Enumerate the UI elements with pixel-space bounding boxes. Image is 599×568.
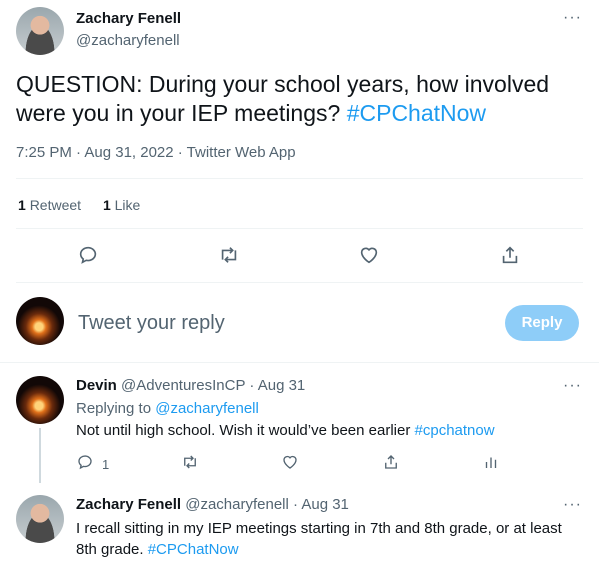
- reply-icon: [76, 453, 94, 476]
- main-tweet-author-handle[interactable]: @zacharyfenell: [76, 32, 180, 49]
- reply-author-name[interactable]: Zachary Fenell: [76, 496, 181, 513]
- share-icon[interactable]: [499, 244, 521, 271]
- replying-to-handle[interactable]: @zacharyfenell: [155, 400, 259, 417]
- reply-date[interactable]: Aug 31: [258, 377, 306, 394]
- replying-to: Replying to @zacharyfenell: [76, 400, 259, 417]
- divider: [0, 362, 599, 363]
- reply-action[interactable]: 1: [76, 453, 109, 476]
- reply-header: Devin @AdventuresInCP · Aug 31: [76, 377, 305, 394]
- reply-avatar[interactable]: [16, 495, 64, 543]
- like-label: Like: [114, 197, 141, 213]
- reply-avatar[interactable]: [16, 376, 64, 424]
- reply-date[interactable]: Aug 31: [301, 496, 349, 513]
- reply-body-line: 8th grade. #CPChatNow: [76, 539, 586, 560]
- main-tweet-avatar[interactable]: [16, 7, 64, 55]
- reply-input[interactable]: Tweet your reply: [78, 312, 225, 335]
- reply-icon[interactable]: [77, 244, 99, 271]
- like-icon[interactable]: [358, 244, 380, 271]
- retweet-icon[interactable]: [217, 244, 241, 271]
- divider: [16, 228, 583, 229]
- reply-author-handle[interactable]: @AdventuresInCP: [121, 377, 245, 394]
- separator-dot: ·: [293, 496, 298, 513]
- reply-body: Not until high school. Wish it would’ve …: [76, 422, 415, 439]
- main-tweet-author-name[interactable]: Zachary Fenell: [76, 10, 181, 27]
- divider: [16, 178, 583, 179]
- retweet-stat[interactable]: 1 Retweet: [18, 197, 85, 213]
- reply-body-line: I recall sitting in my IEP meetings star…: [76, 520, 562, 537]
- reply-hashtag[interactable]: #cpchatnow: [415, 422, 495, 439]
- reply-text: Not until high school. Wish it would’ve …: [76, 422, 495, 439]
- retweet-label: Retweet: [29, 197, 82, 213]
- composer-avatar[interactable]: [16, 297, 64, 345]
- like-stat[interactable]: 1 Like: [103, 197, 140, 213]
- reply-text: I recall sitting in my IEP meetings star…: [76, 518, 586, 560]
- reply-more-icon[interactable]: ···: [563, 496, 582, 514]
- separator-dot: ·: [249, 377, 255, 394]
- retweet-count: 1: [18, 197, 26, 213]
- tweet-stats: 1 Retweet 1 Like: [18, 197, 140, 213]
- reply-button[interactable]: Reply: [505, 305, 579, 341]
- divider: [16, 282, 583, 283]
- reply-body: 8th grade.: [76, 541, 148, 558]
- reply-hashtag[interactable]: #CPChatNow: [148, 541, 239, 558]
- reply-author-name[interactable]: Devin: [76, 377, 117, 394]
- share-icon[interactable]: [382, 453, 400, 476]
- analytics-icon[interactable]: [482, 453, 500, 476]
- replying-to-prefix: Replying to: [76, 400, 156, 417]
- retweet-icon[interactable]: [180, 453, 200, 476]
- main-tweet-timestamp[interactable]: 7:25 PM · Aug 31, 2022 · Twitter Web App: [16, 144, 296, 161]
- reply-header: Zachary Fenell @zacharyfenell · Aug 31: [76, 496, 349, 513]
- main-tweet-more-icon[interactable]: ···: [563, 9, 582, 27]
- like-icon[interactable]: [281, 453, 299, 476]
- reply-more-icon[interactable]: ···: [563, 377, 582, 395]
- thread-line: [39, 428, 41, 483]
- main-tweet-text: QUESTION: During your school years, how …: [16, 70, 576, 128]
- main-tweet-hashtag[interactable]: #CPChatNow: [347, 100, 486, 126]
- reply-author-handle[interactable]: @zacharyfenell: [185, 496, 289, 513]
- reply-count: 1: [102, 457, 110, 472]
- like-count: 1: [102, 197, 111, 213]
